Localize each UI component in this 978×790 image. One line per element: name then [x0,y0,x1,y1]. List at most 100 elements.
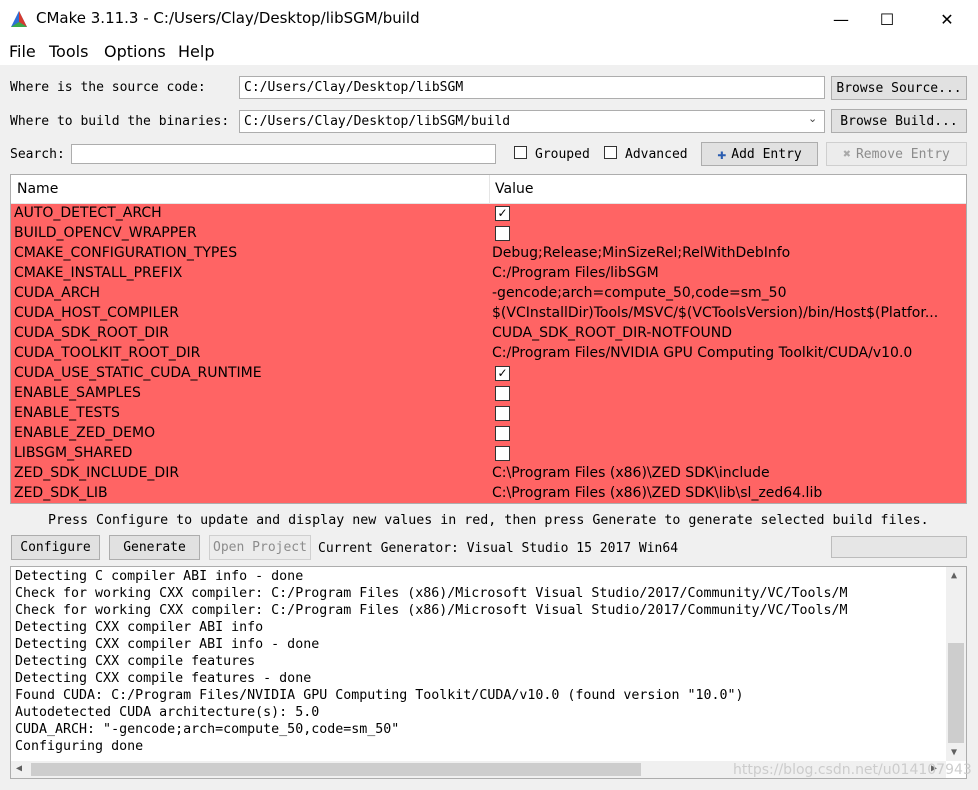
watermark: https://blog.csdn.net/u014107943 [733,762,972,778]
row-value[interactable]: $(VCInstallDir)Tools/MSVC/$(VCToolsVersi… [492,305,964,321]
source-path-input[interactable]: C:/Users/Clay/Desktop/libSGM [239,76,825,99]
unchecked-checkbox-icon[interactable] [495,426,510,441]
row-value[interactable]: -gencode;arch=compute_50,code=sm_50 [492,285,964,301]
search-label: Search: [10,147,65,162]
window-title: CMake 3.11.3 - C:/Users/Clay/Desktop/lib… [36,9,420,27]
build-path-value: C:/Users/Clay/Desktop/libSGM/build [244,114,511,129]
row-value[interactable]: C:/Program Files/libSGM [492,265,964,281]
row-value[interactable]: C:/Program Files/NVIDIA GPU Computing To… [492,345,964,361]
log-line: Detecting CXX compiler ABI info - done [15,637,320,652]
hint-text: Press Configure to update and display ne… [48,513,929,528]
open-project-button[interactable]: Open Project [209,535,311,560]
log-line: Detecting CXX compile features - done [15,671,312,686]
table-row[interactable]: CMAKE_CONFIGURATION_TYPES Debug;Release;M… [11,244,966,264]
generate-button[interactable]: Generate [109,535,200,560]
minimize-button[interactable]: — [818,0,864,38]
log-line: Detecting CXX compile features [15,654,256,669]
menu-help[interactable]: Help [178,42,214,61]
plus-icon: ✚ [717,145,727,163]
output-log[interactable]: Detecting C compiler ABI info - done Chec… [10,566,967,779]
advanced-label: Advanced [625,147,688,162]
current-generator: Current Generator: Visual Studio 15 2017… [318,541,679,556]
table-row[interactable]: ENABLE_ZED_DEMO [11,424,966,444]
scroll-down-icon[interactable]: ▼ [951,747,957,758]
add-entry-button[interactable]: ✚ Add Entry [701,142,818,166]
row-name: ZED_SDK_INCLUDE_DIR [14,465,180,481]
vertical-scroll-thumb[interactable] [948,643,964,743]
log-line: Configuring done [15,739,144,754]
row-name: ENABLE_ZED_DEMO [14,425,156,441]
row-value[interactable]: C:\Program Files (x86)\ZED SDK\lib\sl_ze… [492,485,964,501]
log-line: Autodetected CUDA architecture(s): 5.0 [15,705,320,720]
table-row[interactable]: ZED_SDK_LIB C:\Program Files (x86)\ZED SD… [11,484,966,503]
row-name: CUDA_HOST_COMPILER [14,305,179,321]
row-value[interactable]: Debug;Release;MinSizeRel;RelWithDebInfo [492,245,964,261]
row-name: CUDA_USE_STATIC_CUDA_RUNTIME [14,365,262,381]
source-label: Where is the source code: [10,80,206,95]
browse-build-button[interactable]: Browse Build... [831,109,967,133]
add-entry-label: Add Entry [731,146,802,162]
row-name: ENABLE_TESTS [14,405,120,421]
row-name: CUDA_SDK_ROOT_DIR [14,325,169,341]
unchecked-checkbox-icon[interactable] [495,226,510,241]
row-name: ZED_SDK_LIB [14,485,108,501]
table-row[interactable]: ENABLE_SAMPLES [11,384,966,404]
close-button[interactable]: ✕ [924,0,970,38]
row-name: CMAKE_INSTALL_PREFIX [14,265,183,281]
maximize-button[interactable]: ☐ [864,0,910,38]
unchecked-checkbox-icon[interactable] [495,386,510,401]
row-name: CUDA_ARCH [14,285,101,301]
scroll-left-icon[interactable]: ◀ [16,763,22,774]
row-value[interactable]: CUDA_SDK_ROOT_DIR-NOTFOUND [492,325,964,341]
table-row[interactable]: CUDA_HOST_COMPILER $(VCInstallDir)Tools/M… [11,304,966,324]
chevron-down-icon[interactable]: ⌄ [808,112,817,125]
row-name: AUTO_DETECT_ARCH [14,205,162,221]
checked-checkbox-icon[interactable]: ✓ [495,206,510,221]
table-row[interactable]: CUDA_USE_STATIC_CUDA_RUNTIME ✓ [11,364,966,384]
table-row[interactable]: AUTO_DETECT_ARCH ✓ [11,204,966,224]
table-row[interactable]: LIBSGM_SHARED [11,444,966,464]
cache-table: Name Value AUTO_DETECT_ARCH ✓ BUILD_OPENCV… [10,174,967,504]
table-row[interactable]: ENABLE_TESTS [11,404,966,424]
grouped-label: Grouped [535,147,590,162]
column-separator[interactable] [489,175,490,203]
menu-options[interactable]: Options [104,42,166,61]
table-row[interactable]: CMAKE_INSTALL_PREFIX C:/Program Files/lib… [11,264,966,284]
unchecked-checkbox-icon[interactable] [495,446,510,461]
log-line: Check for working CXX compiler: C:/Progr… [15,603,848,618]
cmake-triangle-icon [11,11,27,27]
row-name: LIBSGM_SHARED [14,445,133,461]
build-label: Where to build the binaries: [10,114,230,129]
vertical-scrollbar[interactable]: ▲ ▼ [946,567,966,761]
log-line: CUDA_ARCH: "-gencode;arch=compute_50,cod… [15,722,400,737]
row-name: BUILD_OPENCV_WRAPPER [14,225,197,241]
row-name: CUDA_TOOLKIT_ROOT_DIR [14,345,201,361]
log-line: Detecting C compiler ABI info - done [15,569,304,584]
table-row[interactable]: CUDA_ARCH -gencode;arch=compute_50,code=s… [11,284,966,304]
row-name: CMAKE_CONFIGURATION_TYPES [14,245,238,261]
scroll-up-icon[interactable]: ▲ [951,570,957,581]
log-line: Found CUDA: C:/Program Files/NVIDIA GPU … [15,688,744,703]
table-row[interactable]: BUILD_OPENCV_WRAPPER [11,224,966,244]
column-header-name[interactable]: Name [17,181,58,197]
log-line: Check for working CXX compiler: C:/Progr… [15,586,848,601]
build-path-combo[interactable]: C:/Users/Clay/Desktop/libSGM/build [239,110,825,133]
configure-button[interactable]: Configure [11,535,100,560]
column-header-value[interactable]: Value [495,181,533,197]
table-row[interactable]: CUDA_SDK_ROOT_DIR CUDA_SDK_ROOT_DIR-NOTFO… [11,324,966,344]
row-name: ENABLE_SAMPLES [14,385,141,401]
x-icon: ✖ [843,146,851,162]
menu-file[interactable]: File [9,42,36,61]
checked-checkbox-icon[interactable]: ✓ [495,366,510,381]
row-value[interactable]: C:\Program Files (x86)\ZED SDK\include [492,465,964,481]
unchecked-checkbox-icon[interactable] [495,406,510,421]
grouped-checkbox[interactable] [514,146,527,159]
search-input[interactable] [71,144,496,164]
advanced-checkbox[interactable] [604,146,617,159]
remove-entry-button[interactable]: ✖ Remove Entry [826,142,967,166]
menu-tools[interactable]: Tools [49,42,88,61]
browse-source-button[interactable]: Browse Source... [831,76,967,100]
horizontal-scroll-thumb[interactable] [31,763,641,776]
table-row[interactable]: ZED_SDK_INCLUDE_DIR C:\Program Files (x86… [11,464,966,484]
table-row[interactable]: CUDA_TOOLKIT_ROOT_DIR C:/Program Files/NV… [11,344,966,364]
